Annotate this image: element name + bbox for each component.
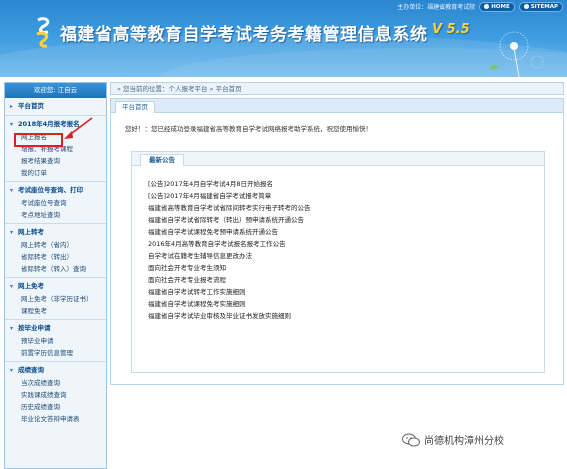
sidebar-head-seat[interactable]: ▾ 考试座位号查询、打印 — [5, 184, 106, 197]
sidebar-item-pre-graduation[interactable]: 预毕业申请 — [5, 335, 106, 347]
main-tab-bar: 平台首页 — [111, 99, 563, 113]
sidebar-group-seat: ▾ 考试座位号查询、打印 考试座位号查询 考点地址查询 — [5, 182, 106, 224]
system-title: 福建省高等教育自学考试考务考籍管理信息系统 — [60, 25, 428, 45]
chevron-right-icon: ▸ — [10, 103, 14, 110]
announcement-tab-bar: 最新公告 — [132, 152, 544, 166]
sidebar-head-label: 网上免考 — [18, 282, 44, 290]
header-banner: 福建省高等教育自学考试考务考籍管理信息系统 V 5.5 主办单位：福建省教育考试… — [0, 0, 567, 77]
dandelion-decoration-icon — [489, 31, 544, 77]
sidebar-item-my-orders[interactable]: 我的订单 — [5, 167, 106, 179]
announcement-item[interactable]: 福建省自学考试省际转考（转出）预申请系统开通公告 — [148, 214, 544, 226]
sidebar-head-graduation[interactable]: ▾ 按毕业申请 — [5, 322, 106, 335]
sidebar-item-thesis-application[interactable]: 毕业论文答辩申请表 — [5, 413, 106, 425]
announcement-item[interactable]: [公告]2017年4月自学考试4月8日开始报名 — [148, 178, 544, 190]
home-link[interactable]: HOME — [479, 1, 515, 12]
sidebar-head-label: 考试座位号查询、打印 — [18, 186, 83, 194]
highlight-box — [14, 133, 63, 147]
announcement-item[interactable]: 福建省自学考试转考工作实施细则 — [148, 286, 544, 298]
announcement-item[interactable]: 福建省自学考试课程免考实施细则 — [148, 298, 544, 310]
sidebar-item-history-scores[interactable]: 历史成绩查询 — [5, 401, 106, 413]
sidebar-head-scores[interactable]: ▾ 成绩查询 — [5, 364, 106, 377]
announcement-panel: 最新公告 [公告]2017年4月自学考试4月8日开始报名 [公告]2017年4月… — [131, 151, 545, 373]
chevron-down-icon: ▾ — [10, 229, 14, 236]
main-panel: 平台首页 您好！：您已经成功登录福建省高等教育自学考试网络报考助学系统，祝您使用… — [110, 98, 564, 385]
sidebar-item-current-scores[interactable]: 当次成绩查询 — [5, 377, 106, 389]
welcome-message: 您好！：您已经成功登录福建省高等教育自学考试网络报考助学系统，祝您使用愉快！ — [125, 125, 372, 133]
announcement-item[interactable]: [公告]2017年4月福建省自学考试报考简章 — [148, 190, 544, 202]
sidebar-head-home[interactable]: ▸ 平台首页 — [5, 100, 106, 113]
top-nav: 主办单位：福建省教育考试院 HOME SITEMAP — [397, 0, 567, 13]
announcement-item[interactable]: 面向社会开考专业考生须知 — [148, 262, 544, 274]
version-label: V 5.5 — [432, 22, 470, 37]
sidebar-head-label: 按毕业申请 — [18, 324, 51, 332]
sidebar-head-label: 成绩查询 — [18, 366, 44, 374]
sidebar-group-home: ▸ 平台首页 — [5, 98, 106, 116]
sidebar-head-label: 平台首页 — [18, 102, 44, 110]
sidebar-item-course-exemption[interactable]: 课程免考 — [5, 305, 106, 317]
sidebar-item-registration-result[interactable]: 报考结果查询 — [5, 155, 106, 167]
announcement-item[interactable]: 自学考试在籍考生辅导信息更改办法 — [148, 250, 544, 262]
sidebar-group-transfer: ▾ 网上转考 网上转考（省内） 省际转考（转出） 省际转考（转入）查询 — [5, 224, 106, 278]
sidebar-item-seat-query[interactable]: 考试座位号查询 — [5, 197, 106, 209]
announcement-item[interactable]: 福建省自学考试课程免考预申请系统开通公告 — [148, 226, 544, 238]
sidebar-item-site-address[interactable]: 考点地址查询 — [5, 209, 106, 221]
sidebar-item-prior-education[interactable]: 前置学历信息管理 — [5, 347, 106, 359]
sidebar-group-graduation: ▾ 按毕业申请 预毕业申请 前置学历信息管理 — [5, 320, 106, 362]
tab-platform-home[interactable]: 平台首页 — [115, 101, 155, 113]
watermark-text: 尚德机构漳州分校 — [424, 436, 504, 447]
home-label: HOME — [491, 3, 510, 10]
sitemap-link[interactable]: SITEMAP — [518, 1, 563, 12]
sidebar-group-scores: ▾ 成绩查询 当次成绩查询 实践课成绩查询 历史成绩查询 毕业论文答辩申请表 — [5, 362, 106, 427]
sidebar-item-transfer-in[interactable]: 省际转考（转入）查询 — [5, 263, 106, 275]
announcement-item[interactable]: 面向社会开考专业报考流程 — [148, 274, 544, 286]
chevron-down-icon: ▾ — [10, 187, 14, 194]
welcome-bar: 欢迎您: 江自云 — [5, 83, 106, 98]
sitemap-label: SITEMAP — [530, 3, 558, 10]
sidebar-item-transfer-out[interactable]: 省际转考（转出） — [5, 251, 106, 263]
home-icon — [484, 4, 490, 9]
logo-icon — [36, 17, 50, 48]
sidebar-group-exemption: ▾ 网上免考 网上免考（非学历证书） 课程免考 — [5, 278, 106, 320]
chevron-down-icon: ▾ — [10, 367, 14, 374]
sitemap-icon — [523, 4, 529, 9]
wechat-icon — [402, 433, 420, 446]
tab-latest-announcements[interactable]: 最新公告 — [140, 154, 184, 166]
arrow-annotation-icon — [64, 117, 93, 139]
watermark: 尚德机构漳州分校 — [402, 432, 504, 447]
sidebar-item-practice-scores[interactable]: 实践课成绩查询 — [5, 389, 106, 401]
announcement-item[interactable]: 2016年4月高等教育自学考试报名报考工作公告 — [148, 238, 544, 250]
host-unit-text: 主办单位：福建省教育考试院 — [397, 4, 476, 11]
sidebar-head-exemption[interactable]: ▾ 网上免考 — [5, 280, 106, 293]
sidebar-head-transfer[interactable]: ▾ 网上转考 — [5, 226, 106, 239]
sidebar-item-transfer-province[interactable]: 网上转考（省内） — [5, 239, 106, 251]
announcement-item[interactable]: 福建省高等教育自学考试省际间转考实行电子转考的公告 — [148, 202, 544, 214]
breadcrumb: » 您当前的位置：个人报考平台 » 平台首页 — [110, 82, 564, 95]
chevron-down-icon: ▾ — [10, 121, 14, 128]
chevron-down-icon: ▾ — [10, 325, 14, 332]
announcement-item[interactable]: 福建省自学考试毕业审核及毕业证书发放实施细则 — [148, 310, 544, 322]
sidebar-head-label: 网上转考 — [18, 228, 44, 236]
announcement-list: [公告]2017年4月自学考试4月8日开始报名 [公告]2017年4月福建省自学… — [132, 166, 544, 322]
sidebar-item-exemption-certificate[interactable]: 网上免考（非学历证书） — [5, 293, 106, 305]
chevron-down-icon: ▾ — [10, 283, 14, 290]
